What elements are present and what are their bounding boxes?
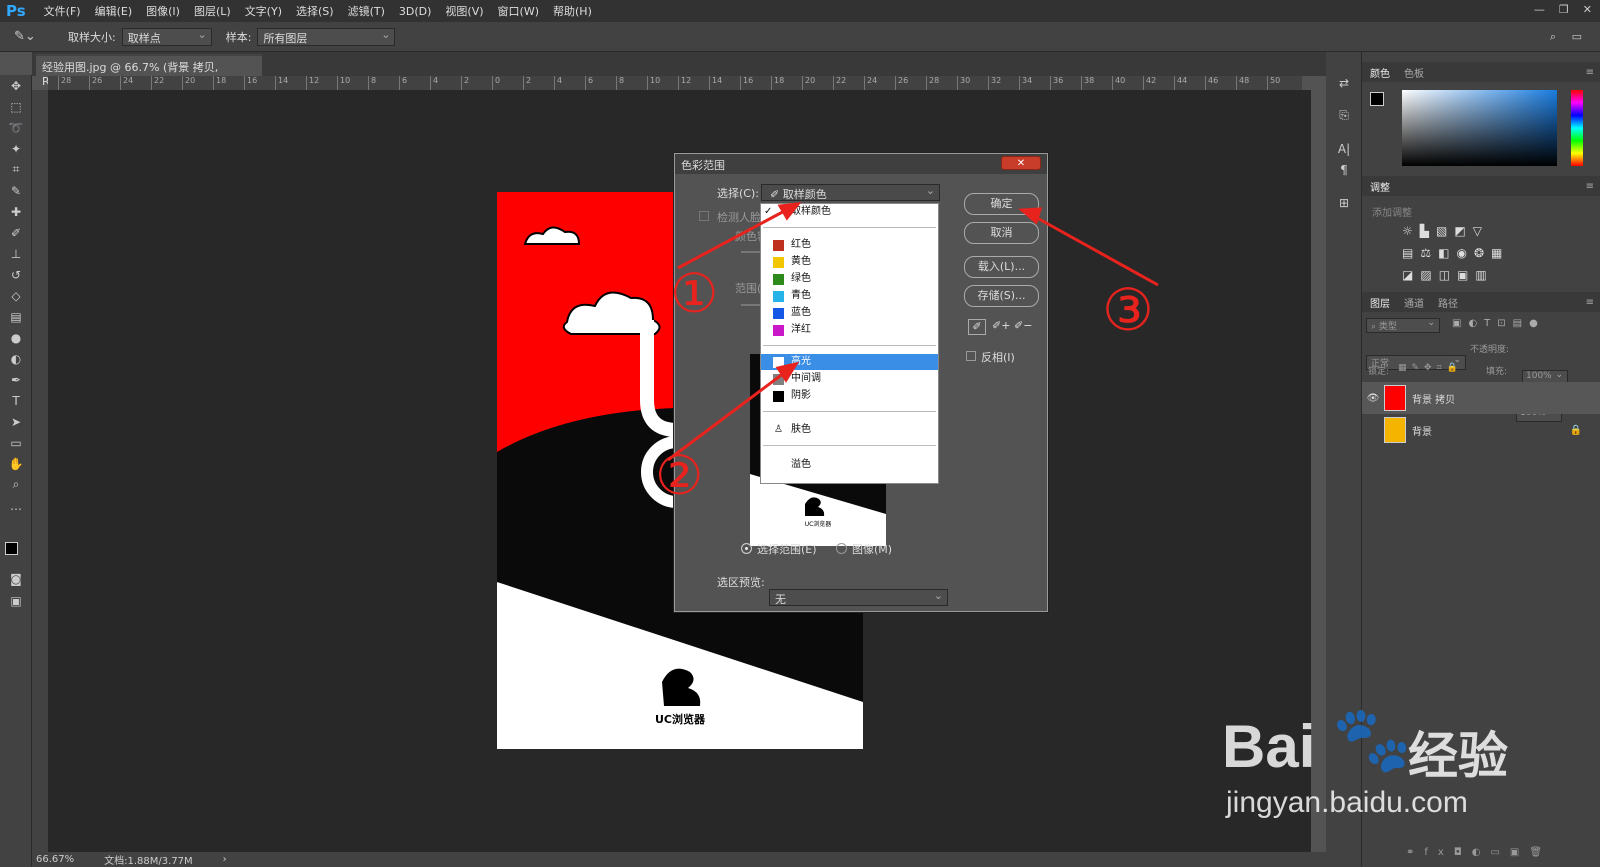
panel-menu-icon[interactable]: ≡ — [1586, 67, 1594, 78]
tab-paths[interactable]: 路径 — [1438, 295, 1458, 310]
color-balance-icon[interactable]: ⚖ — [1420, 246, 1438, 260]
panel-menu-icon[interactable]: ≡ — [1586, 297, 1594, 308]
foreground-color-chip[interactable] — [1370, 92, 1384, 106]
annotation-3: ③ — [1102, 276, 1154, 344]
tab-adjustments[interactable]: 调整 — [1370, 179, 1390, 194]
opacity-label: 不透明度: — [1470, 345, 1510, 355]
layer-kind-filter[interactable]: ⌕ 类型 — [1366, 318, 1440, 333]
layer-filter-icons: ▣◐T⊡▤● — [1452, 318, 1545, 329]
tab-swatches[interactable]: 色板 — [1404, 65, 1424, 80]
doc-size: 文档:1.88M/3.77M — [104, 856, 193, 867]
channel-mixer-icon[interactable]: ❂ — [1474, 246, 1491, 260]
history-panel-icon[interactable]: ⇄ — [1326, 72, 1362, 93]
fill-label: 填充: — [1486, 367, 1508, 377]
status-arrow-icon[interactable]: › — [223, 854, 227, 865]
lock-icons[interactable]: ▦✎✥⌗🔒 — [1398, 363, 1463, 373]
color-lookup-icon[interactable]: ▦ — [1491, 246, 1509, 260]
layer-row-background-copy[interactable]: 👁 背景 拷贝 — [1362, 382, 1600, 414]
annotation-1: ① — [670, 262, 718, 325]
tab-channels[interactable]: 通道 — [1404, 295, 1424, 310]
properties-panel-icon[interactable]: ⎘ — [1326, 105, 1362, 126]
baidu-watermark: Bai 🐾 经验 jingyan.baidu.com — [1212, 703, 1598, 862]
lock-label: 锁定: — [1368, 367, 1390, 377]
curves-icon[interactable]: ▧ — [1436, 224, 1454, 238]
lock-icon: 🔒 — [1569, 424, 1582, 436]
threshold-icon[interactable]: ◫ — [1439, 268, 1457, 282]
color-panel-tabs: 颜色 色板 ≡ — [1362, 62, 1600, 82]
bw-icon[interactable]: ◧ — [1438, 246, 1456, 260]
photo-filter-icon[interactable]: ◉ — [1456, 246, 1473, 260]
exposure-icon[interactable]: ◩ — [1454, 224, 1472, 238]
layer-thumbnail — [1384, 417, 1406, 443]
watermark-url: jingyan.baidu.com — [1226, 786, 1468, 819]
brightness-icon[interactable]: ☼ — [1402, 224, 1420, 238]
adjustment-icons: ☼▙▧◩▽ ▤⚖◧◉❂▦ ◪▨◫▣▥ — [1402, 220, 1522, 286]
layer-name[interactable]: 背景 拷贝 — [1412, 391, 1455, 406]
color-picker-field[interactable] — [1402, 90, 1557, 166]
tab-color[interactable]: 颜色 — [1370, 65, 1390, 80]
adjustments-panel-tabs: 调整 ≡ — [1362, 176, 1600, 196]
posterize-icon[interactable]: ▨ — [1420, 268, 1438, 282]
status-bar: 66.67% 文档:1.88M/3.77M › — [32, 852, 1328, 867]
paw-icon: 🐾 — [1332, 703, 1412, 775]
layer-name[interactable]: 背景 — [1412, 423, 1432, 438]
invert-adj-icon[interactable]: ◪ — [1402, 268, 1420, 282]
zoom-level[interactable]: 66.67% — [36, 854, 74, 865]
layer-row-background[interactable]: 背景 🔒 — [1362, 414, 1600, 446]
hue-slider[interactable] — [1571, 90, 1583, 166]
paragraph-panel-icon[interactable]: ¶ — [1326, 159, 1362, 180]
selective-color-icon[interactable]: ▣ — [1457, 268, 1475, 282]
tab-layers[interactable]: 图层 — [1370, 295, 1390, 310]
layer-thumbnail — [1384, 385, 1406, 411]
libraries-panel-icon[interactable]: ⊞ — [1326, 192, 1362, 213]
watermark-brand-2: 经验 — [1408, 728, 1508, 784]
gradient-map-icon[interactable]: ▥ — [1475, 268, 1493, 282]
annotation-2: ② — [655, 444, 703, 507]
hue-sat-icon[interactable]: ▤ — [1402, 246, 1420, 260]
search-icon: ⌕ — [1371, 322, 1379, 332]
visibility-eye-icon[interactable]: 👁 — [1362, 393, 1384, 404]
vibrance-icon[interactable]: ▽ — [1473, 224, 1489, 238]
add-adjustment-label: 添加调整 — [1372, 208, 1412, 219]
panel-menu-icon[interactable]: ≡ — [1586, 181, 1594, 192]
layers-panel-tabs: 图层 通道 路径 ≡ — [1362, 292, 1600, 312]
watermark-brand: Bai — [1222, 713, 1316, 780]
character-panel-icon[interactable]: A| — [1326, 138, 1362, 159]
levels-icon[interactable]: ▙ — [1420, 224, 1436, 238]
